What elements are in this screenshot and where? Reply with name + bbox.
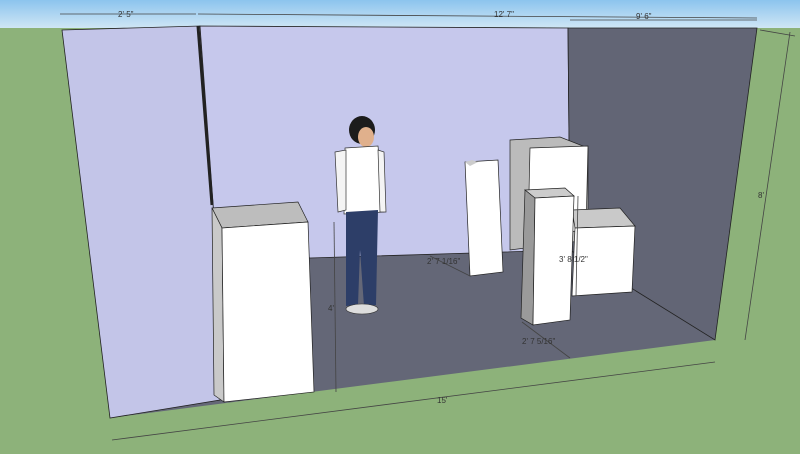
dimension-box-height: 3' 8 1/2" xyxy=(559,255,588,264)
tall-box-back xyxy=(464,159,504,277)
dimension-tall-box-width: 2' 7 1/16" xyxy=(427,257,460,266)
dimension-top-total: 12' 7" xyxy=(494,10,514,19)
sketchup-room-model: 2' 5" 12' 7" 9' 6" 8' 4' 15' 2' 7 1/16" … xyxy=(0,0,800,454)
dimension-front-box-width: 2' 7 5/16" xyxy=(522,337,555,346)
cabinet xyxy=(211,201,315,403)
dimension-top-left: 2' 5" xyxy=(118,10,134,19)
dimension-floor-length: 15' xyxy=(437,396,448,405)
low-box xyxy=(571,207,636,297)
dimension-top-right: 9' 6" xyxy=(636,12,652,21)
dimension-cabinet-height: 4' xyxy=(328,304,334,313)
dimension-right-height: 8' xyxy=(758,191,764,200)
